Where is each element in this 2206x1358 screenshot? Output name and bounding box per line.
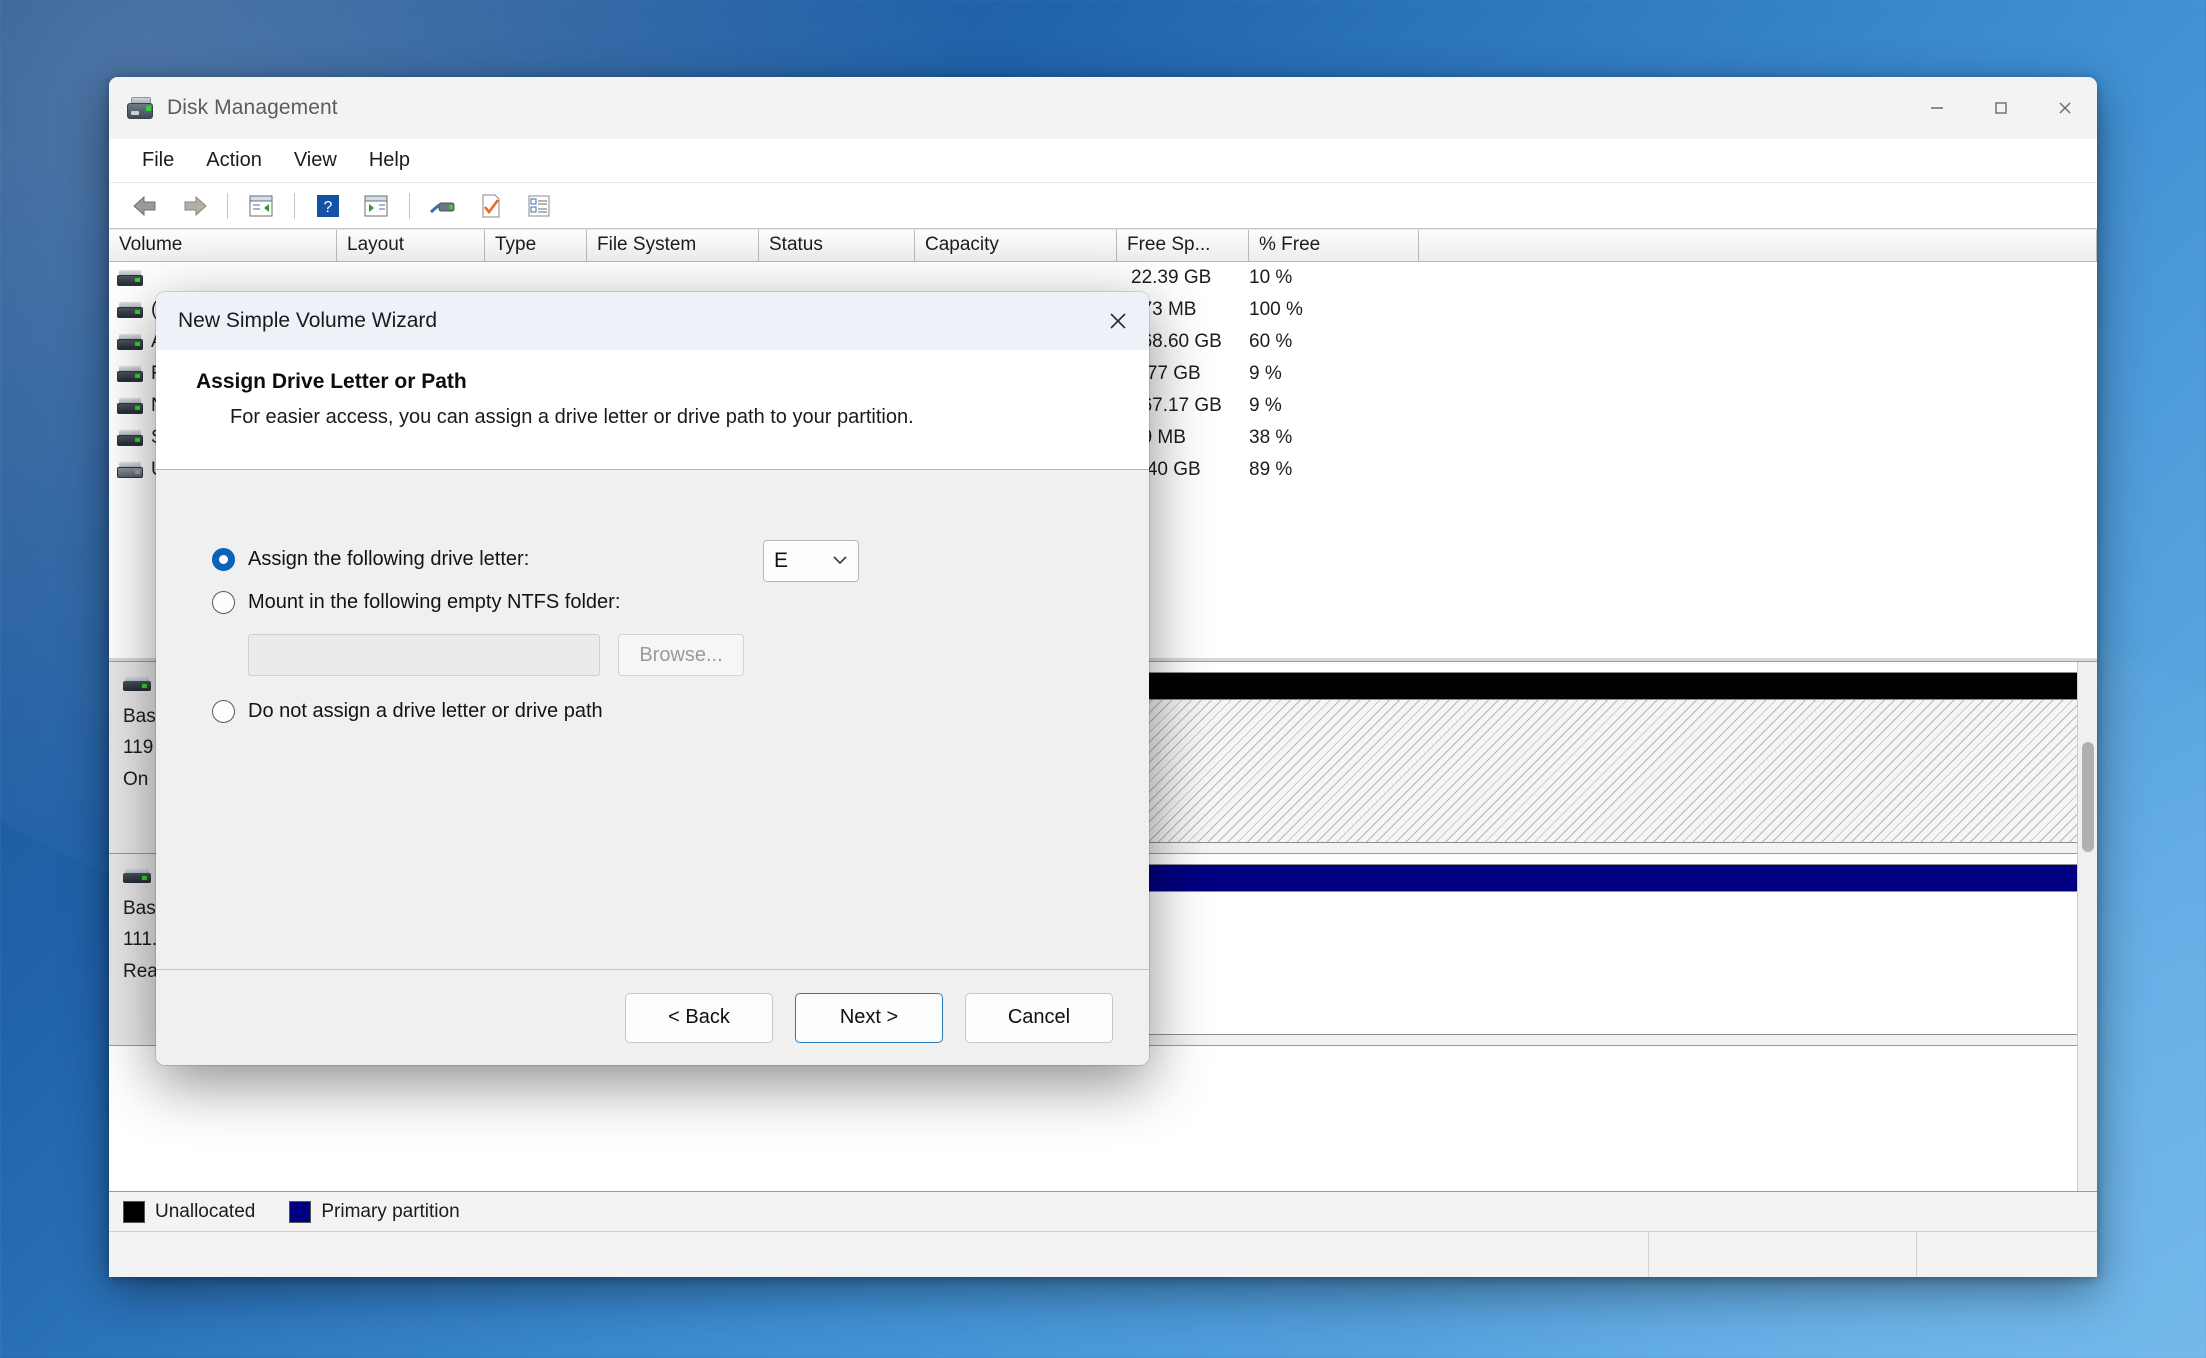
column-header-spacer: [1419, 230, 2097, 261]
drive-icon: [117, 430, 143, 446]
disk-view-scrollbar[interactable]: [2077, 662, 2097, 1191]
column-header-volume[interactable]: Volume: [109, 230, 337, 261]
radio-mount-ntfs-folder[interactable]: [212, 591, 235, 614]
cell-free-space: 773 MB: [1131, 299, 1197, 320]
legend-swatch-unallocated: [123, 1200, 145, 1223]
disk-drive-icon: [127, 97, 155, 119]
toolbar-separator-1: [227, 192, 228, 219]
next-button[interactable]: Next >: [795, 992, 943, 1043]
wizard-body: Assign the following drive letter: E Mou…: [156, 470, 1149, 969]
drive-icon: [117, 302, 143, 318]
option-label-mount-ntfs-folder: Mount in the following empty NTFS folder…: [248, 591, 621, 613]
column-header-layout[interactable]: Layout: [337, 230, 485, 261]
menu-view[interactable]: View: [281, 144, 350, 177]
column-header-type[interactable]: Type: [485, 230, 587, 261]
cell-percent-free: 10 %: [1249, 267, 1293, 288]
legend-label-primary: Primary partition: [321, 1200, 460, 1222]
option-assign-drive-letter[interactable]: Assign the following drive letter:: [212, 548, 1149, 571]
window-titlebar: Disk Management: [109, 77, 2097, 139]
option-label-assign-drive-letter: Assign the following drive letter:: [248, 548, 530, 570]
drive-letter-value: E: [774, 549, 789, 572]
legend-swatch-primary: [289, 1200, 312, 1223]
menu-file[interactable]: File: [129, 144, 187, 177]
drive-icon: [117, 398, 143, 414]
cell-free-space: 167.17 GB: [1131, 395, 1222, 416]
column-header-free-space[interactable]: Free Sp...: [1117, 230, 1249, 261]
disk-icon: [123, 676, 151, 691]
cell-free-space: 568.60 GB: [1131, 331, 1222, 352]
menu-help[interactable]: Help: [356, 144, 423, 177]
wizard-footer: < Back Next > Cancel: [156, 969, 1149, 1065]
radio-assign-drive-letter[interactable]: [212, 548, 235, 571]
menubar: File Action View Help: [109, 139, 2097, 183]
cell-percent-free: 38 %: [1249, 427, 1293, 448]
checklist-icon[interactable]: [516, 186, 562, 226]
toolbar-separator-3: [409, 192, 410, 219]
column-header-status[interactable]: Status: [759, 230, 915, 261]
legend: Unallocated Primary partition: [109, 1191, 2097, 1231]
cell-free-space: 9.77 GB: [1131, 363, 1201, 384]
cell-free-space: 22.39 GB: [1131, 267, 1212, 288]
window-controls: [1905, 77, 2097, 139]
option-mount-ntfs-folder[interactable]: Mount in the following empty NTFS folder…: [212, 591, 1149, 614]
wizard-header: Assign Drive Letter or Path For easier a…: [156, 350, 1149, 470]
show-hide-console-tree-icon[interactable]: [238, 186, 284, 226]
wizard-subheading: For easier access, you can assign a driv…: [230, 406, 914, 428]
help-icon[interactable]: ?: [305, 186, 351, 226]
back-button[interactable]: < Back: [625, 992, 773, 1043]
status-bar: [109, 1231, 2097, 1277]
folder-path-row: Browse...: [248, 634, 1149, 676]
close-icon[interactable]: [1087, 292, 1149, 350]
column-header-file-system[interactable]: File System: [587, 230, 759, 261]
svg-text:?: ?: [324, 199, 333, 216]
cell-percent-free: 60 %: [1249, 331, 1293, 352]
cancel-button[interactable]: Cancel: [965, 992, 1113, 1043]
scrollbar-thumb[interactable]: [2082, 742, 2094, 852]
toolbar: ?: [109, 183, 2097, 229]
column-header-capacity[interactable]: Capacity: [915, 230, 1117, 261]
maximize-icon[interactable]: [1969, 77, 2033, 139]
new-simple-volume-wizard-dialog: New Simple Volume Wizard Assign Drive Le…: [156, 292, 1149, 1065]
chevron-down-icon: [832, 553, 848, 569]
close-icon[interactable]: [2033, 77, 2097, 139]
show-hide-action-pane-icon[interactable]: [353, 186, 399, 226]
legend-label-unallocated: Unallocated: [155, 1200, 256, 1222]
wizard-titlebar: New Simple Volume Wizard: [156, 292, 1149, 350]
drive-icon: [117, 334, 143, 350]
drive-icon: [117, 270, 143, 286]
titlebar-left: Disk Management: [109, 96, 338, 120]
drive-icon: [117, 462, 143, 478]
drive-icon: [117, 366, 143, 382]
folder-path-input[interactable]: [248, 634, 600, 676]
properties-icon[interactable]: [468, 186, 514, 226]
cell-percent-free: 100 %: [1249, 299, 1303, 320]
browse-button[interactable]: Browse...: [618, 634, 744, 676]
cell-percent-free: 9 %: [1249, 363, 1282, 384]
wizard-title: New Simple Volume Wizard: [178, 309, 438, 332]
status-segment-1: [109, 1232, 1649, 1277]
minimize-icon[interactable]: [1905, 77, 1969, 139]
toolbar-separator-2: [294, 192, 295, 219]
disk-icon: [123, 868, 151, 883]
menu-action[interactable]: Action: [193, 144, 275, 177]
cell-free-space: 19 MB: [1131, 427, 1186, 448]
back-icon[interactable]: [123, 186, 169, 226]
window-title: Disk Management: [167, 96, 338, 119]
table-row[interactable]: 22.39 GB 10 %: [109, 262, 2097, 294]
option-label-no-drive-letter: Do not assign a drive letter or drive pa…: [248, 700, 603, 722]
rescan-disks-icon[interactable]: [420, 186, 466, 226]
cell-percent-free: 89 %: [1249, 459, 1293, 480]
volume-list-header: Volume Layout Type File System Status Ca…: [109, 229, 2097, 262]
cell-free-space: 6.40 GB: [1131, 459, 1201, 480]
option-no-drive-letter[interactable]: Do not assign a drive letter or drive pa…: [212, 700, 1149, 723]
column-header-percent-free[interactable]: % Free: [1249, 230, 1419, 261]
drive-letter-select[interactable]: E: [763, 540, 859, 582]
cell-percent-free: 9 %: [1249, 395, 1282, 416]
forward-icon[interactable]: [171, 186, 217, 226]
wizard-heading: Assign Drive Letter or Path: [196, 370, 467, 393]
status-segment-2: [1649, 1232, 1917, 1277]
radio-no-drive-letter[interactable]: [212, 700, 235, 723]
